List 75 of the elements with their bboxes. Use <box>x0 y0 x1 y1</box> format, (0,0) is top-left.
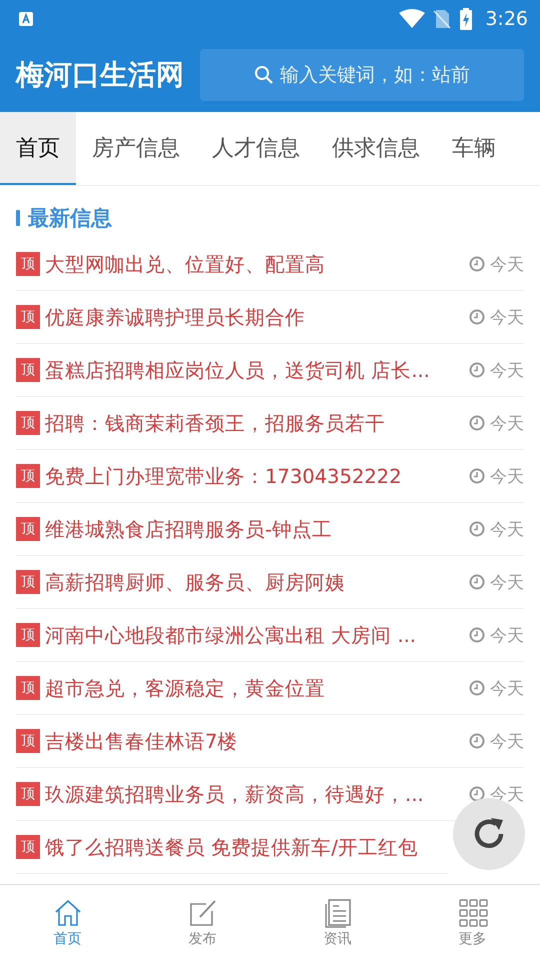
site-logo: 梅河口生活网 <box>16 57 184 93</box>
clock-icon <box>469 680 485 696</box>
no-sim-icon <box>433 9 452 29</box>
category-tab[interactable]: 首页 <box>0 112 76 185</box>
pinned-tag: 顶 <box>16 358 40 382</box>
listing-row[interactable]: 顶 饿了么招聘送餐员 免费提供新车/开工红包 <box>16 821 448 874</box>
grid-icon <box>458 898 488 928</box>
app-notification-icon <box>18 11 34 27</box>
listing-title: 饿了么招聘送餐员 免费提供新车/开工红包 <box>45 834 418 860</box>
pinned-tag: 顶 <box>16 517 40 541</box>
listing-title: 维港城熟食店招聘服务员-钟点工 <box>45 516 332 542</box>
listing-title: 河南中心地段都市绿洲公寓出租 大房间 ... <box>45 622 416 648</box>
clock-icon <box>469 786 485 802</box>
listing-time: 今天 <box>490 730 524 752</box>
search-icon <box>254 65 274 85</box>
nav-tab[interactable]: 首页 <box>0 885 135 960</box>
clock-icon <box>469 574 485 590</box>
listing-row[interactable]: 顶 优庭康养诚聘护理员长期合作 今天 <box>16 291 524 344</box>
listing-time: 今天 <box>490 678 524 700</box>
listing-time: 今天 <box>490 254 524 276</box>
listing-time: 今天 <box>490 412 524 434</box>
listing-time: 今天 <box>490 360 524 382</box>
listing-row[interactable]: 顶 吉楼出售春佳林语7楼 今天 <box>16 715 524 768</box>
home-icon <box>52 898 82 928</box>
pinned-tag: 顶 <box>16 835 40 859</box>
listing-row[interactable]: 顶 维港城熟食店招聘服务员-钟点工 今天 <box>16 503 524 556</box>
pinned-tag: 顶 <box>16 305 40 329</box>
listing-time: 今天 <box>490 624 524 646</box>
edit-icon <box>188 898 218 928</box>
listing-title: 招聘：钱商茉莉香颈王，招服务员若干 <box>45 410 385 436</box>
listing-title: 蛋糕店招聘相应岗位人员，送货司机 店长... <box>45 358 430 384</box>
pinned-tag: 顶 <box>16 570 40 594</box>
pinned-tag: 顶 <box>16 623 40 647</box>
clock-icon <box>469 256 485 272</box>
pinned-tag: 顶 <box>16 464 40 488</box>
section-title: 最新信息 <box>28 205 112 232</box>
listing-title: 免费上门办理宽带业务：17304352222 <box>45 464 402 490</box>
listing-title: 玖源建筑招聘业务员，薪资高，待遇好，... <box>45 782 424 808</box>
status-time: 3:26 <box>485 8 528 30</box>
listing-title: 优庭康养诚聘护理员长期合作 <box>45 304 305 330</box>
listing-title: 吉楼出售春佳林语7楼 <box>45 728 238 754</box>
listing-row[interactable]: 顶 招聘：钱商茉莉香颈王，招服务员若干 今天 <box>16 397 524 450</box>
nav-tab[interactable]: 资讯 <box>270 885 405 960</box>
pinned-tag: 顶 <box>16 411 40 435</box>
listing-title: 大型网咖出兑、位置好、配置高 <box>45 252 325 278</box>
document-icon <box>322 898 352 928</box>
pinned-tag: 顶 <box>16 252 40 276</box>
listing-row[interactable]: 顶 河南中心地段都市绿洲公寓出租 大房间 ... 今天 <box>16 609 524 662</box>
listing-row[interactable]: 顶 大型网咖出兑、位置好、配置高 今天 <box>16 238 524 291</box>
search-field[interactable]: 输入关键词，如：站前 <box>280 64 470 86</box>
clock-icon <box>469 733 485 749</box>
listing-time: 今天 <box>490 518 524 540</box>
listing-time: 今天 <box>490 572 524 594</box>
section-marker <box>16 210 20 226</box>
nav-tab[interactable]: 更多 <box>405 885 540 960</box>
clock-icon <box>469 627 485 643</box>
pinned-tag: 顶 <box>16 729 40 753</box>
listing-row[interactable]: 顶 蛋糕店招聘相应岗位人员，送货司机 店长... 今天 <box>16 344 524 397</box>
pinned-tag: 顶 <box>16 782 40 806</box>
listing-row[interactable]: 顶 高薪招聘厨师、服务员、厨房阿姨 今天 <box>16 556 524 609</box>
listing-time: 今天 <box>490 466 524 488</box>
listing-row[interactable]: 顶 免费上门办理宽带业务：17304352222 今天 <box>16 450 524 503</box>
pinned-tag: 顶 <box>16 676 40 700</box>
listing-row[interactable]: 顶 超市急兑，客源稳定，黄金位置 今天 <box>16 662 524 715</box>
nav-tab[interactable]: 发布 <box>135 885 270 960</box>
clock-icon <box>469 468 485 484</box>
clock-icon <box>469 309 485 325</box>
clock-icon <box>469 415 485 431</box>
battery-charging-icon <box>459 8 474 30</box>
clock-icon <box>469 521 485 537</box>
clock-icon <box>469 362 485 378</box>
listing-title: 超市急兑，客源稳定，黄金位置 <box>45 676 325 702</box>
listing-time: 今天 <box>490 306 524 328</box>
listing-title: 高薪招聘厨师、服务员、厨房阿姨 <box>45 570 345 596</box>
wifi-icon <box>399 9 426 29</box>
